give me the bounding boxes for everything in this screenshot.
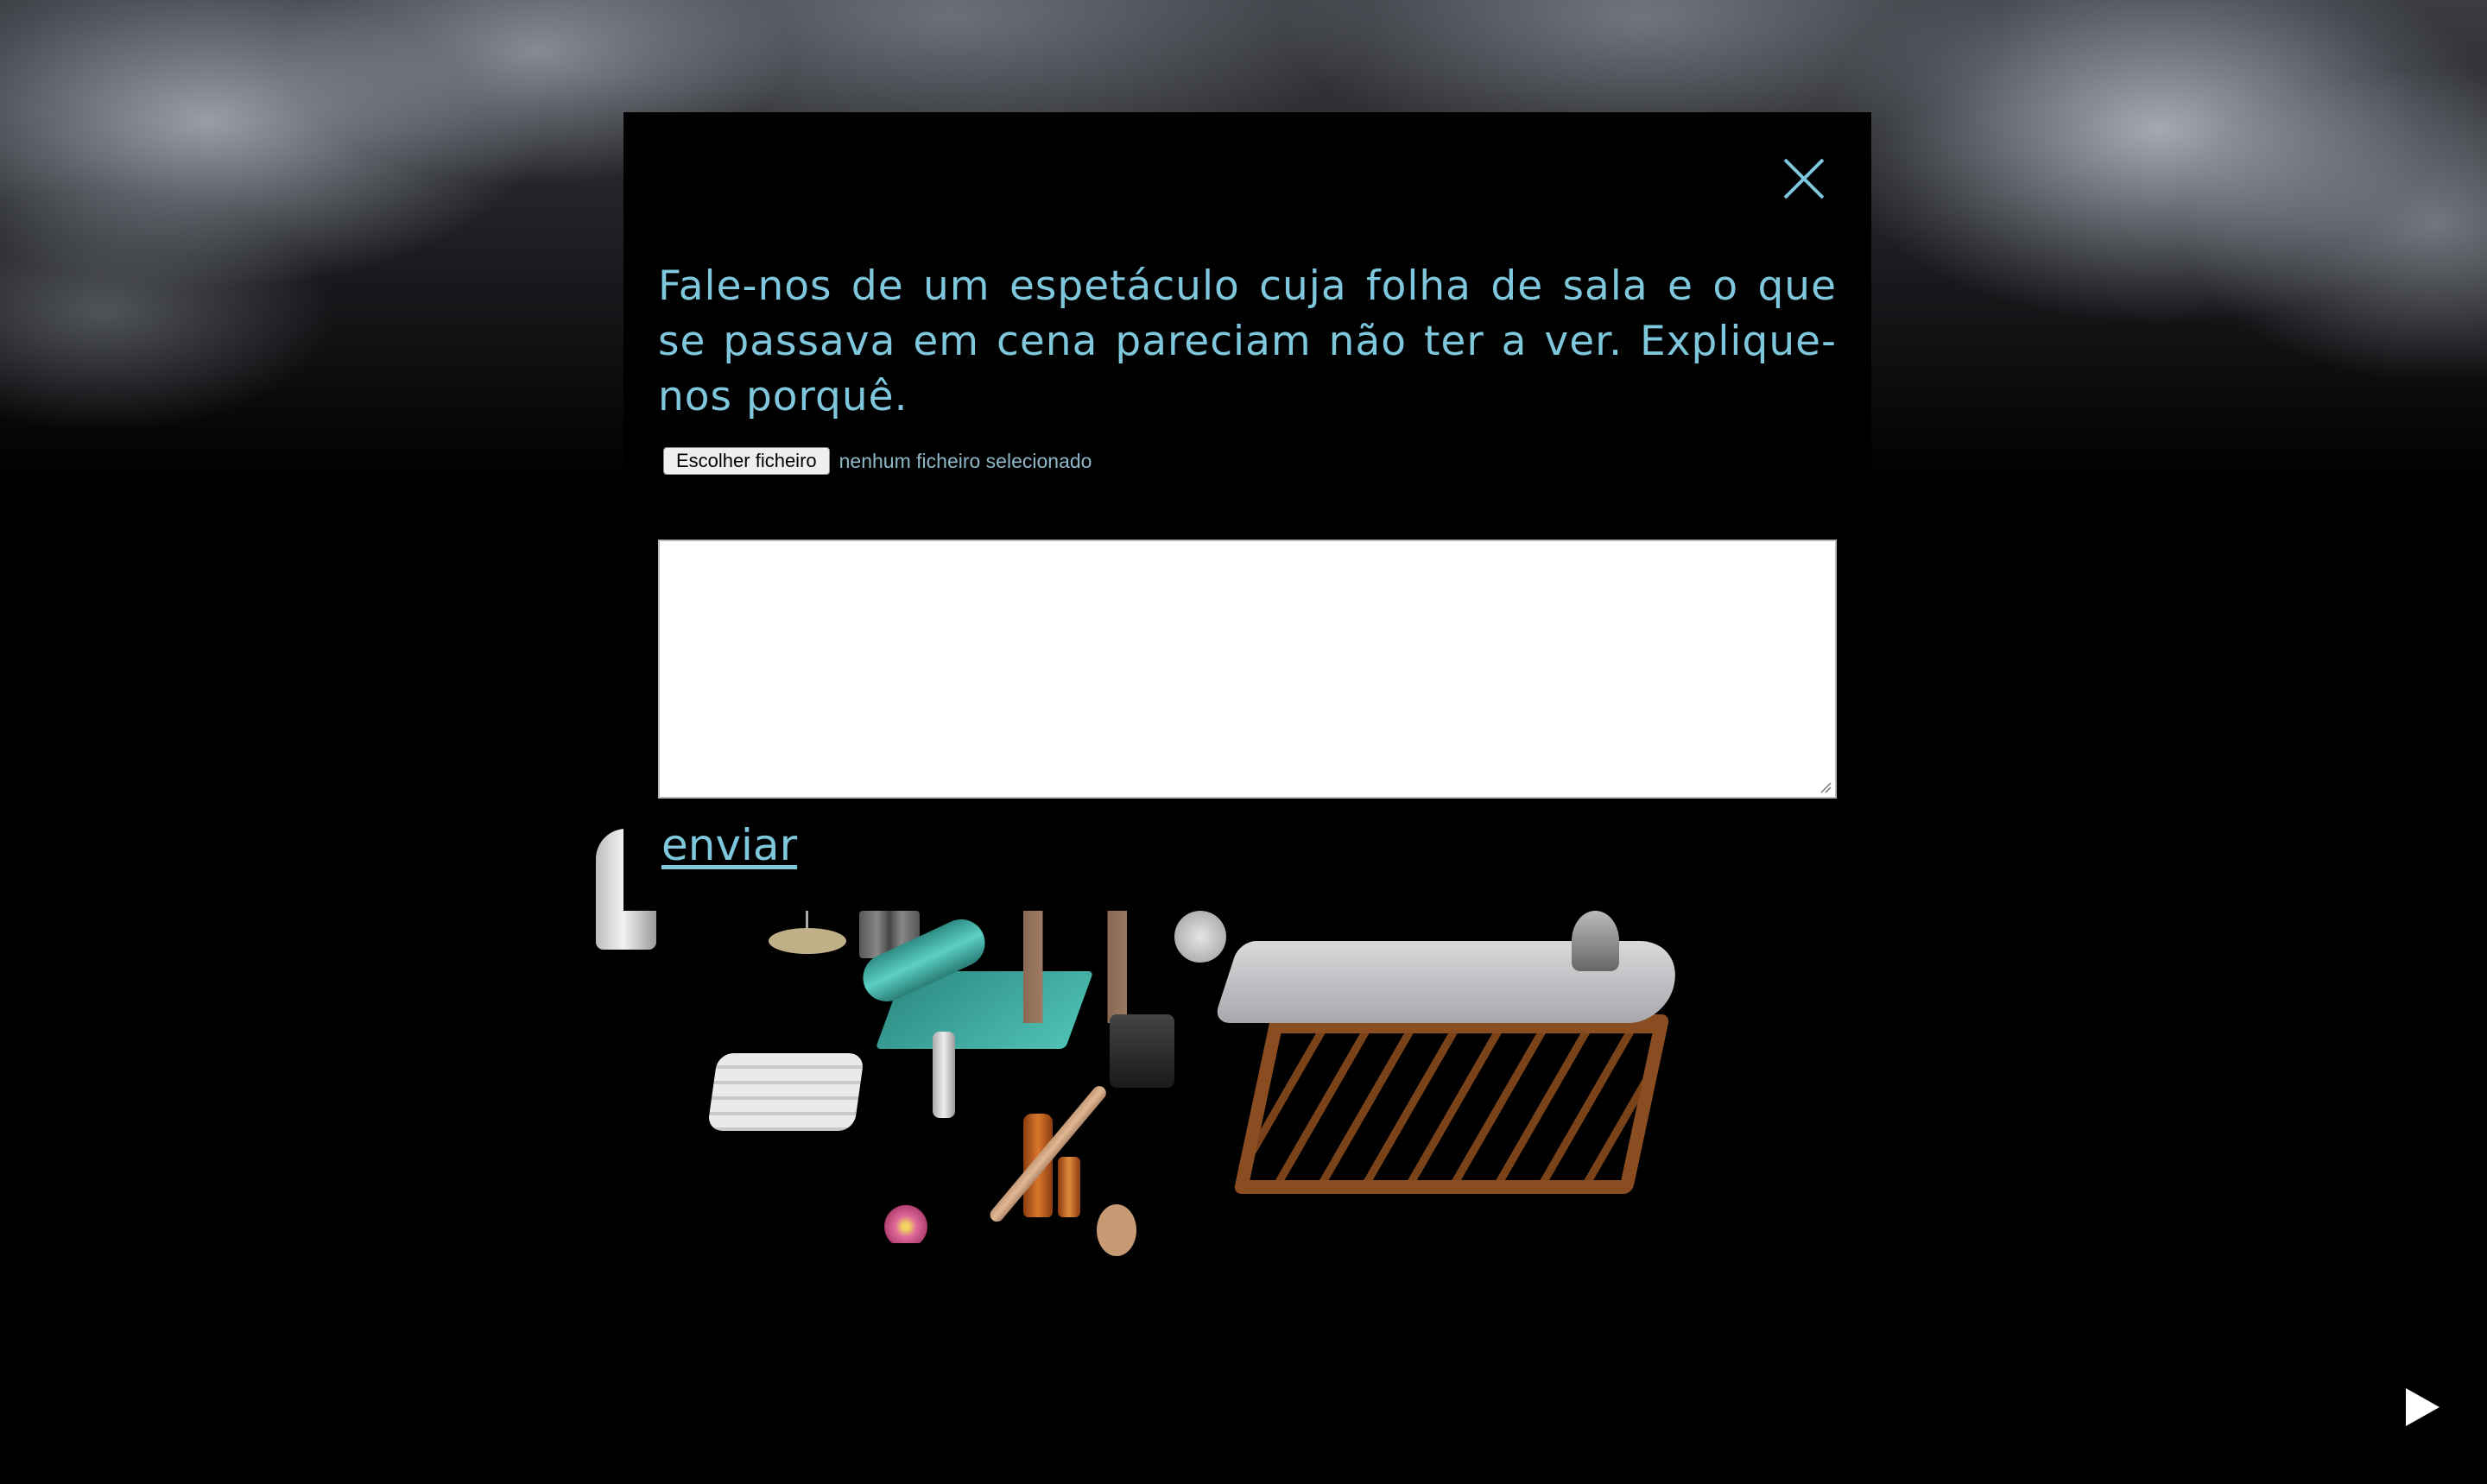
oil-bottle-small-object: [1058, 1157, 1080, 1217]
tray-object: [769, 928, 846, 954]
file-upload-row: Escolher ficheiro nenhum ficheiro seleci…: [663, 447, 1092, 475]
legs-object: [1010, 911, 1140, 1023]
play-button[interactable]: [2402, 1386, 2442, 1429]
towels-object: [706, 1053, 865, 1131]
play-icon: [2406, 1388, 2440, 1426]
lotus-flower-object: [881, 1202, 931, 1243]
question-prompt: Fale-nos de um espetáculo cuja folha de …: [658, 262, 1837, 420]
file-status-text: nenhum ficheiro selecionado: [838, 449, 1092, 472]
glass-object: [1572, 911, 1619, 971]
face-mask-object: [1174, 911, 1226, 963]
close-icon: [1783, 158, 1825, 199]
question-modal: Fale-nos de um espetáculo cuja folha de …: [623, 112, 1871, 911]
candles-object: [1110, 1014, 1174, 1088]
resize-grip-icon[interactable]: [1819, 781, 1832, 793]
submit-link[interactable]: enviar: [661, 820, 797, 870]
background-scene: Fale-nos de um espetáculo cuja folha de …: [0, 0, 2487, 1484]
close-button[interactable]: [1781, 155, 1827, 202]
bath-brush-head-object: [1097, 1204, 1136, 1256]
bottle-object: [933, 1032, 955, 1118]
choose-file-button[interactable]: Escolher ficheiro: [663, 447, 830, 475]
massage-table-base: [1232, 1014, 1671, 1194]
answer-textarea[interactable]: [658, 540, 1837, 799]
